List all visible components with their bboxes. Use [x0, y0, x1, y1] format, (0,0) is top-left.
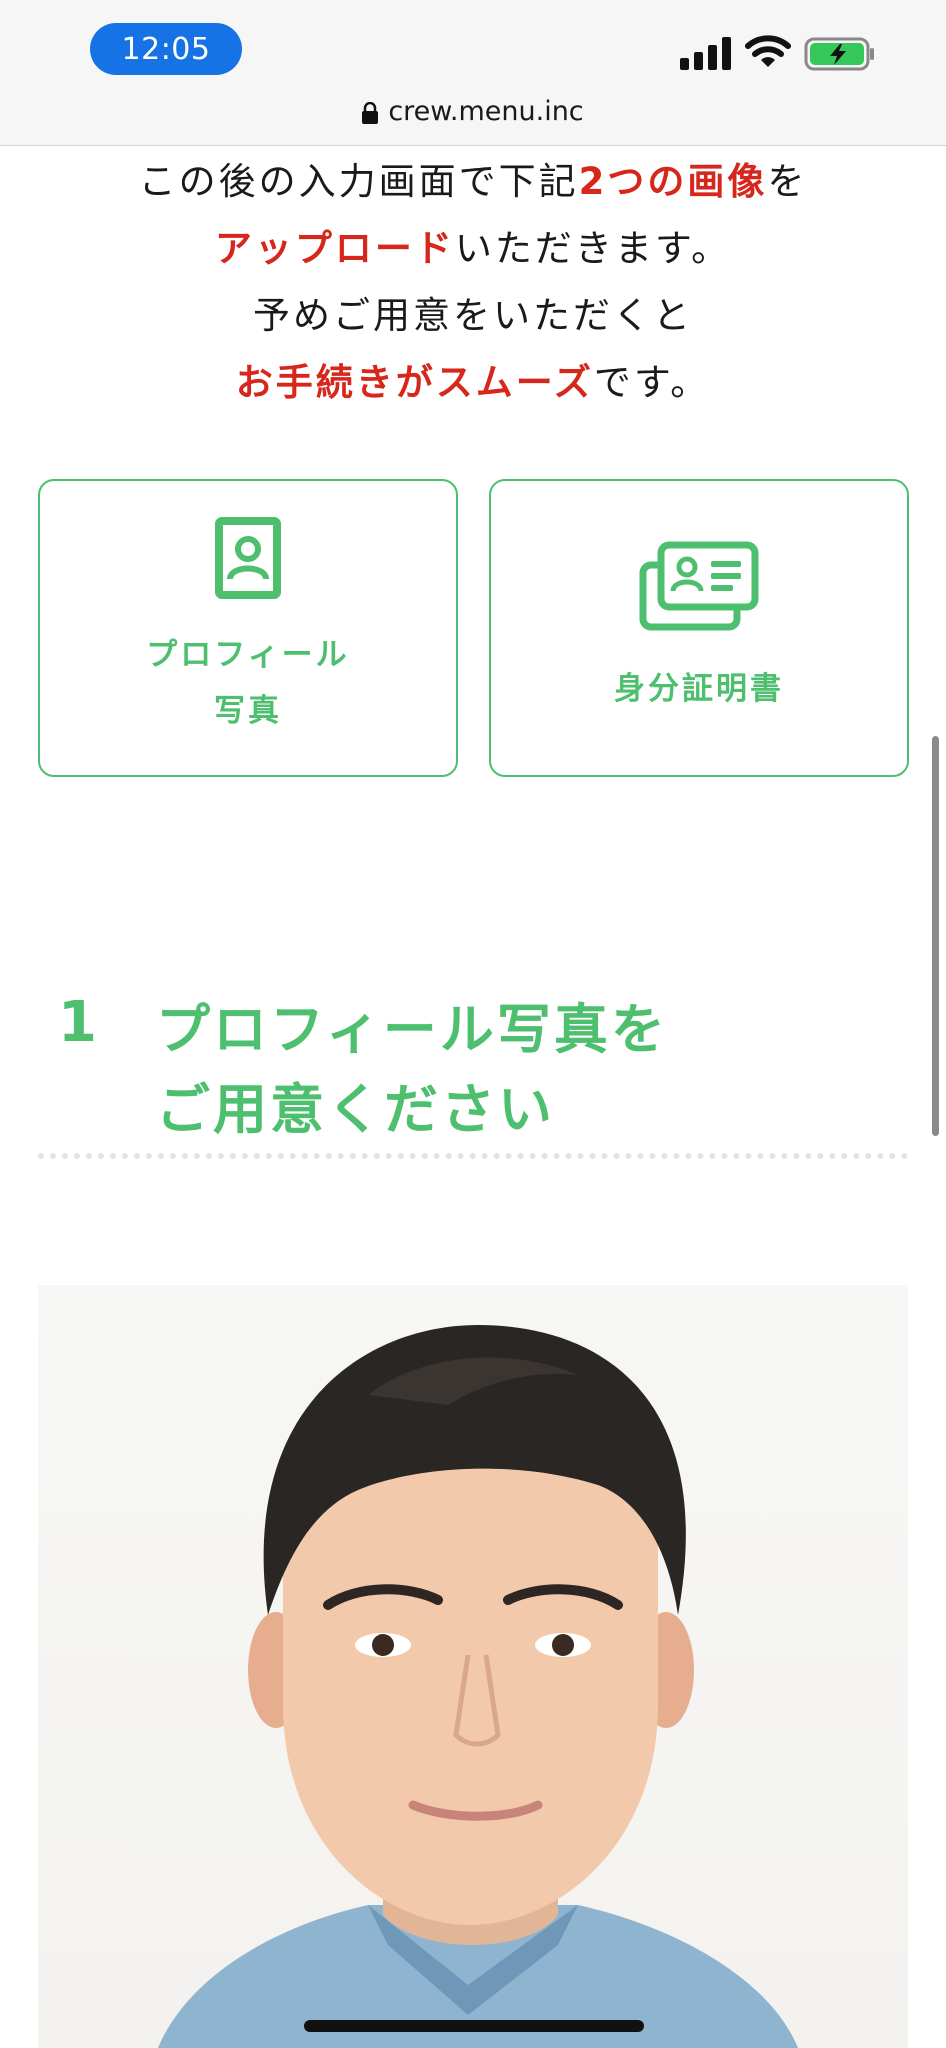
intro-text-segment: です。	[593, 361, 711, 404]
intro-text-segment: この後の入力画面で下記	[138, 160, 579, 203]
url-text: crew.menu.inc	[388, 95, 584, 127]
intro-line-1: この後の入力画面で下記2つの画像を	[0, 148, 946, 215]
intro-emphasis: 2つの画像	[578, 160, 768, 203]
section-title: プロフィール写真を ご用意ください	[156, 990, 856, 1150]
intro-text-segment: いただきます。	[454, 227, 732, 270]
page-scrollbar[interactable]	[932, 736, 939, 1136]
intro-line-4: お手続きがスムーズです。	[0, 349, 946, 416]
portrait-illustration	[158, 1325, 798, 2048]
wifi-icon	[745, 35, 791, 67]
card-label-line: プロフィール	[146, 637, 350, 673]
cellular-signal-icon	[680, 37, 731, 70]
status-time[interactable]: 12:05	[90, 23, 242, 75]
address-bar[interactable]: crew.menu.inc	[0, 90, 946, 132]
home-indicator[interactable]	[304, 2020, 644, 2032]
intro-line-3: 予めご用意をいただくと	[253, 294, 693, 337]
section-number: 1	[58, 990, 97, 1055]
intro-line-2: アップロードいただきます。	[0, 215, 946, 282]
section-title-line: ご用意ください	[156, 1078, 555, 1141]
id-document-label: 身分証明書	[614, 671, 784, 707]
section-title-line: プロフィール写真を	[156, 998, 668, 1061]
browser-top-bar: 12:05 crew.menu.inc	[0, 0, 946, 146]
intro-text: この後の入力画面で下記2つの画像を アップロードいただきます。 予めご用意をいた…	[0, 148, 946, 416]
portrait-icon	[215, 517, 281, 599]
intro-emphasis: お手続きがスムーズ	[235, 361, 594, 404]
intro-emphasis: アップロード	[214, 227, 455, 270]
intro-text-segment: を	[767, 160, 808, 203]
lock-icon	[362, 100, 379, 124]
card-label-line: 写真	[213, 693, 282, 729]
id-document-card[interactable]: 身分証明書	[489, 479, 909, 777]
id-card-icon	[639, 541, 759, 631]
section-divider	[38, 1153, 908, 1159]
example-profile-photo	[38, 1285, 908, 2048]
profile-photo-label: プロフィール 写真	[146, 627, 349, 739]
profile-photo-card[interactable]: プロフィール 写真	[38, 479, 458, 777]
battery-charging-icon	[804, 37, 874, 71]
